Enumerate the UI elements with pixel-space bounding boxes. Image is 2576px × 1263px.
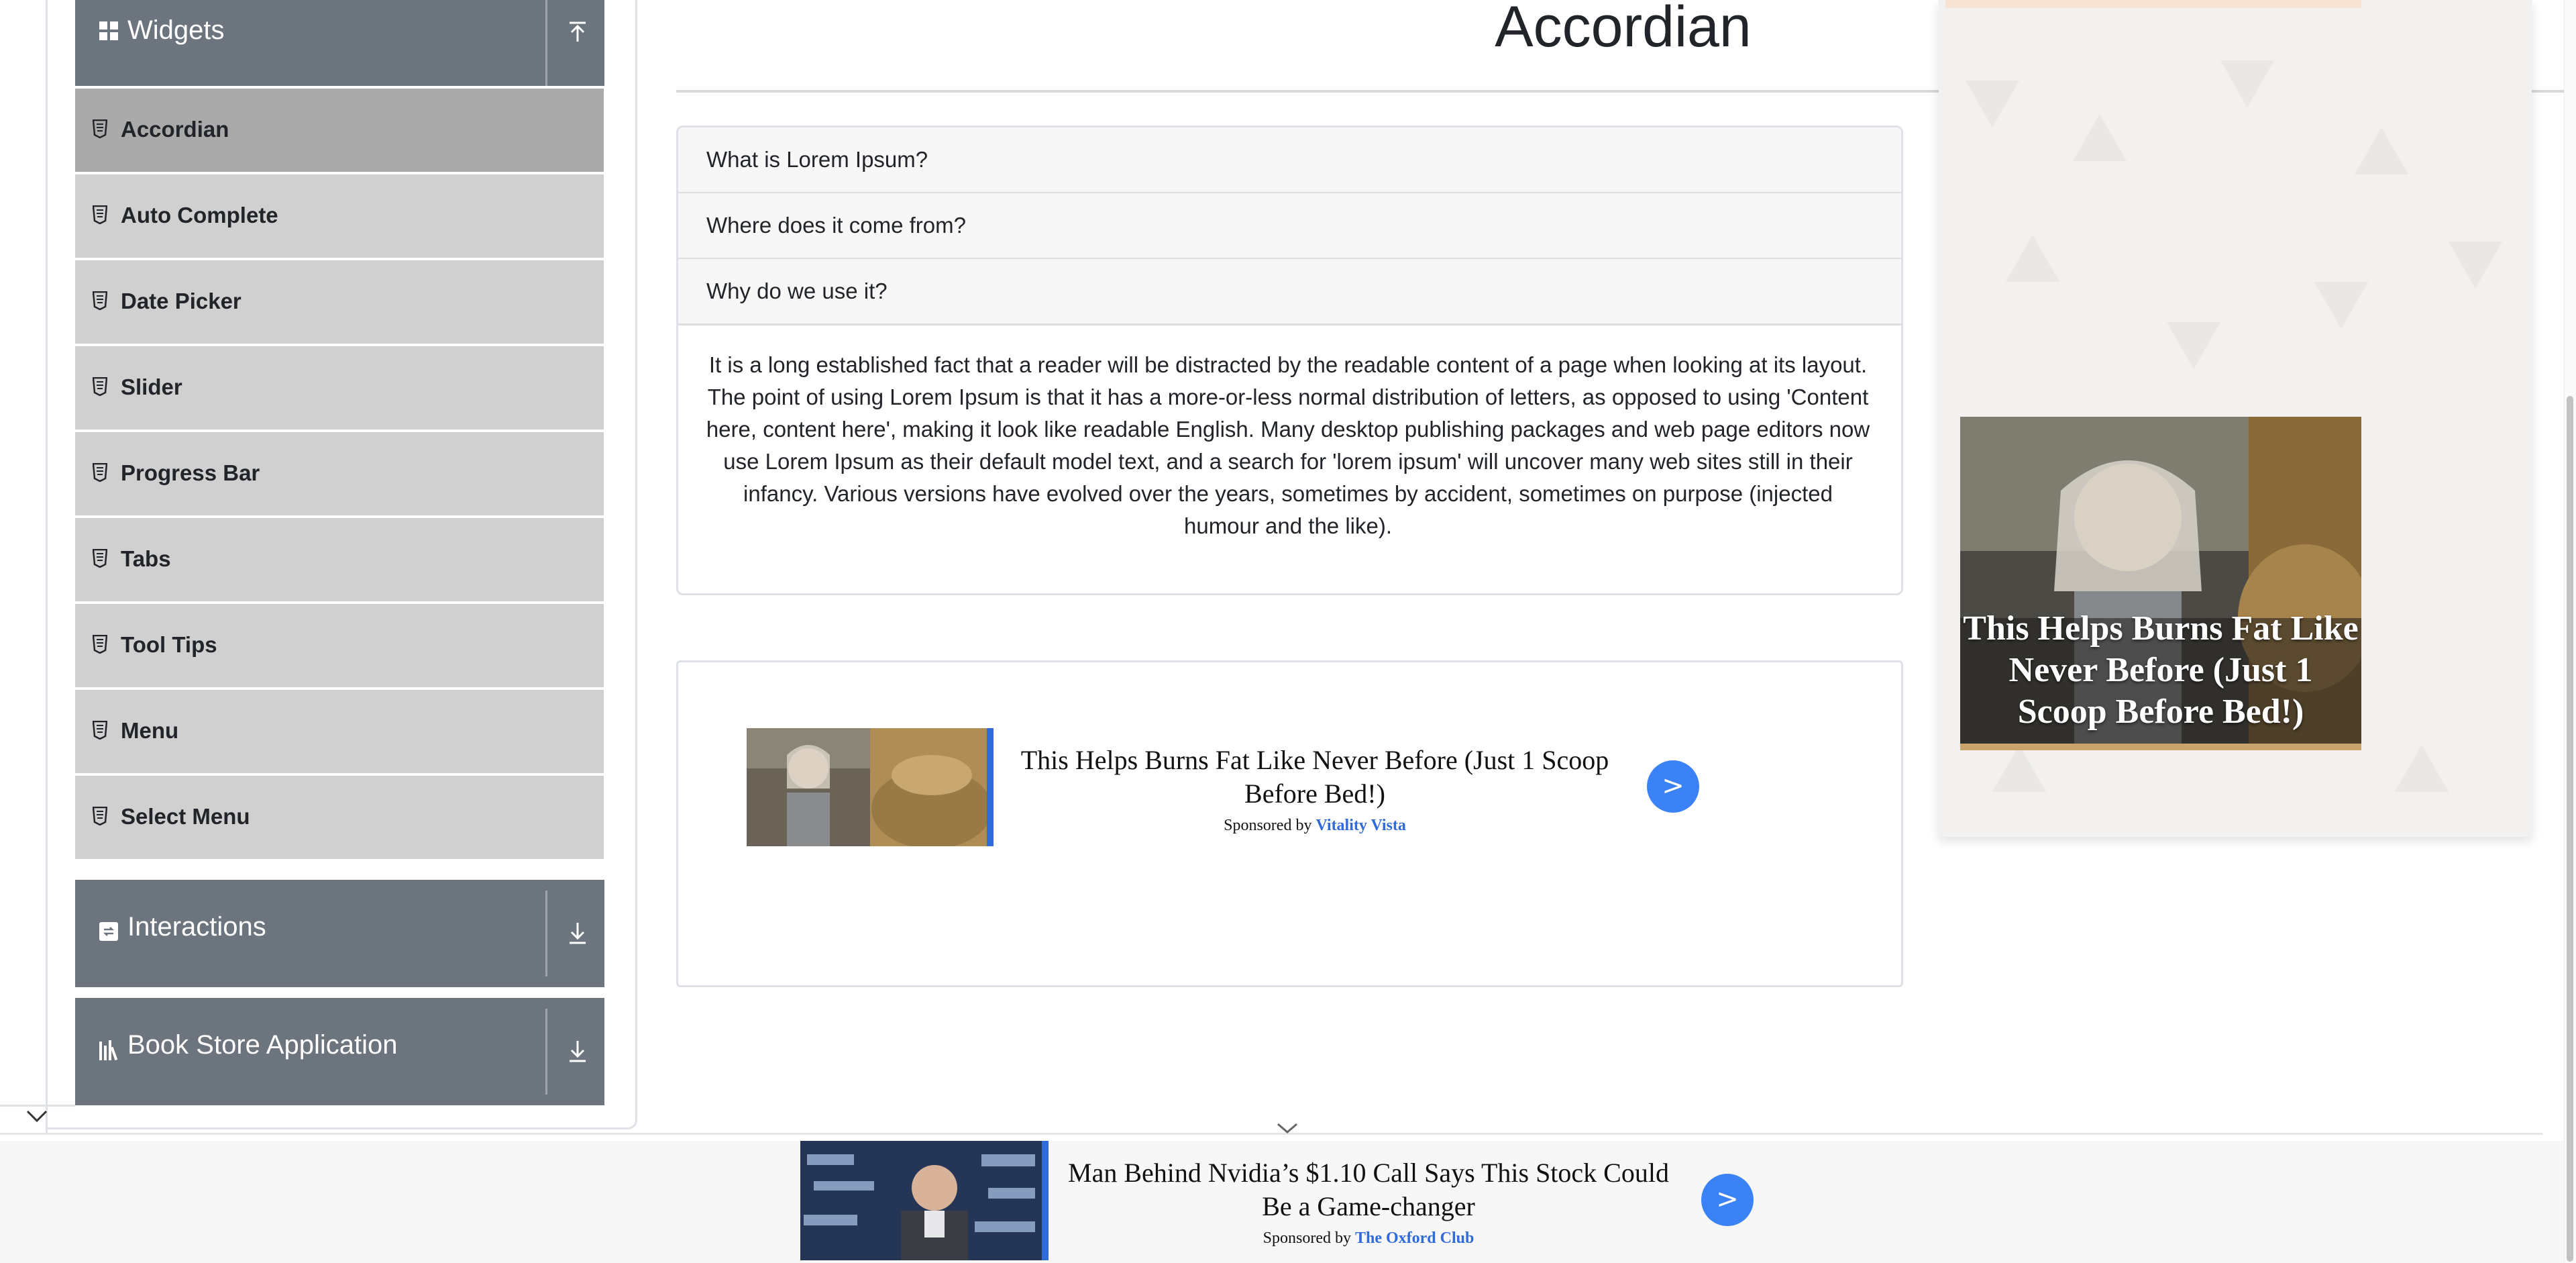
sidebar-item-menu[interactable]: Menu [75, 687, 604, 773]
html5-icon [93, 549, 107, 568]
sidebar-item-label: Tool Tips [121, 632, 217, 657]
sidebar-item-label: Progress Bar [121, 460, 260, 485]
ad-image-accent [1042, 1141, 1049, 1260]
divider [545, 0, 547, 86]
sidebar-item-label: Select Menu [121, 804, 250, 829]
sticky-ad-go-button[interactable]: > [1701, 1174, 1754, 1226]
group-header-widgets[interactable]: Widgets [75, 0, 604, 86]
ad-headline[interactable]: This Helps Burns Fat Like Never Before (… [1013, 744, 1617, 811]
accordion-header[interactable]: Where does it come from? [678, 193, 1901, 260]
sidebar-item-label: Date Picker [121, 289, 241, 313]
side-ad-headline[interactable]: This Helps Burns Fat Like Never Before (… [1960, 608, 2361, 733]
sponsor-link[interactable]: The Oxford Club [1355, 1229, 1474, 1247]
expand-down-icon[interactable] [568, 921, 588, 944]
html5-icon [93, 377, 107, 396]
sidebar-item-label: Tabs [121, 546, 171, 571]
sponsored-label: Sponsored by [1263, 1229, 1351, 1247]
divider [545, 1009, 547, 1095]
sidebar-item-tool-tips[interactable]: Tool Tips [75, 601, 604, 687]
scrollbar-thumb[interactable] [2567, 396, 2573, 1262]
books-icon [98, 1039, 122, 1062]
ad-go-button[interactable]: > [1647, 760, 1699, 813]
sticky-ad-image[interactable] [800, 1141, 1049, 1260]
sticky-ad-headline[interactable]: Man Behind Nvidia’s $1.10 Call Says This… [1060, 1156, 1677, 1223]
sidebar-item-label: Auto Complete [121, 203, 278, 228]
group-header-interactions[interactable]: Interactions [75, 880, 604, 987]
ad-image[interactable] [747, 728, 994, 846]
side-ad-top-strip [1945, 0, 2361, 8]
sidebar-item-label: Accordian [121, 117, 229, 142]
sidebar-item-slider[interactable]: Slider [75, 344, 604, 430]
accordion-header-label: Where does it come from? [706, 213, 966, 238]
chevron-down-icon[interactable] [25, 1109, 48, 1123]
expand-down-icon[interactable] [568, 1040, 588, 1062]
ad-image-accent [987, 728, 994, 846]
collapse-up-icon[interactable] [568, 21, 588, 44]
group-label: Widgets [127, 15, 225, 45]
group-label: Interactions [127, 912, 266, 942]
accordion-header-label: What is Lorem Ipsum? [706, 147, 928, 172]
html5-icon [93, 119, 107, 138]
html5-icon [93, 635, 107, 654]
accordion-header[interactable]: Why do we use it? [678, 259, 1901, 325]
html5-icon [93, 205, 107, 224]
sidebar-item-accordian[interactable]: Accordian [75, 86, 604, 172]
sidebar-item-label: Menu [121, 718, 179, 743]
sponsor-link[interactable]: Vitality Vista [1316, 817, 1405, 834]
ad-sponsor-line: Sponsored by Vitality Vista [1013, 817, 1617, 835]
group-label: Book Store Application [127, 1030, 398, 1060]
sticky-ad-sponsor-line: Sponsored by The Oxford Club [1060, 1229, 1677, 1248]
sidebar-item-tabs[interactable]: Tabs [75, 515, 604, 601]
accordion-body: It is a long established fact that a rea… [706, 352, 1870, 538]
chevron-down-icon[interactable] [1276, 1122, 1299, 1134]
sidebar-item-label: Slider [121, 374, 182, 399]
sidebar-item-date-picker[interactable]: Date Picker [75, 258, 604, 344]
accordion-header-label: Why do we use it? [706, 279, 888, 303]
sponsored-label: Sponsored by [1224, 817, 1312, 834]
group-header-book-store[interactable]: Book Store Application [75, 998, 604, 1105]
sidebar-item-select-menu[interactable]: Select Menu [75, 773, 604, 859]
divider [545, 891, 547, 976]
side-ad-accent [1960, 744, 2361, 750]
html5-icon [93, 291, 107, 310]
accordion-header[interactable]: What is Lorem Ipsum? [678, 128, 1901, 194]
html5-icon [93, 807, 107, 825]
left-rail [46, 0, 48, 1133]
sidebar-item-auto-complete[interactable]: Auto Complete [75, 172, 604, 258]
sidebar-item-progress-bar[interactable]: Progress Bar [75, 430, 604, 515]
divider [0, 1105, 75, 1107]
html5-icon [93, 721, 107, 740]
html5-icon [93, 463, 107, 482]
interactions-icon [98, 921, 119, 942]
divider [0, 1133, 2542, 1135]
grid-icon [98, 20, 119, 42]
